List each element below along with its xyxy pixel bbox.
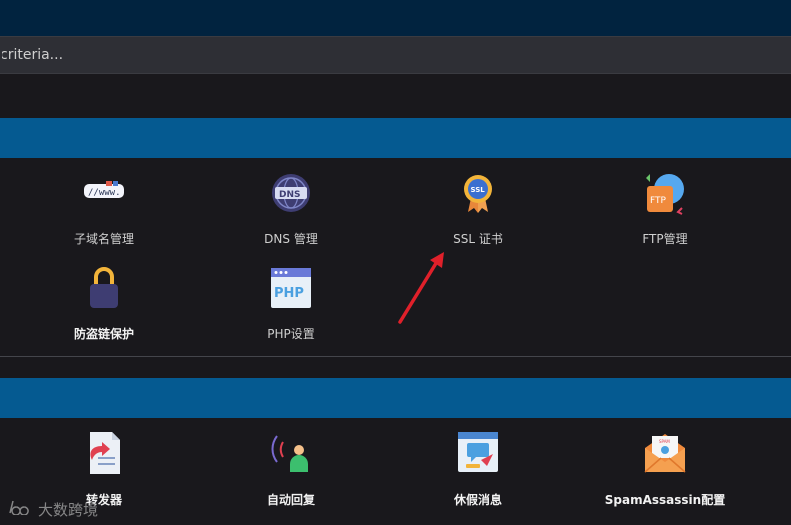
section-divider [0,356,791,357]
tool-hotlink-protection[interactable]: 防盗链保护 [24,266,184,356]
tool-label: 自动回复 [266,493,315,507]
tool-spamassassin[interactable]: SPAM SpamAssassin配置 [585,430,745,520]
ftp-globe-icon: FTP [642,172,688,220]
tool-php-settings[interactable]: PHP PHP设置 [211,266,371,356]
php-window-icon: PHP [270,266,312,314]
svg-text:DNS: DNS [279,190,301,200]
tool-label: PHP设置 [267,327,315,341]
tool-label: 子域名管理 [73,232,134,246]
vacation-message-icon [457,430,499,480]
top-header-bar [0,0,791,36]
tool-vacation-messages[interactable]: 休假消息 [398,430,558,520]
ssl-badge-icon: SSL [458,172,498,220]
lock-icon [87,266,121,314]
section-header-email[interactable] [0,378,791,418]
svg-text:FTP: FTP [650,196,667,206]
tool-ftp[interactable]: FTP FTP管理 [585,172,745,262]
search-input[interactable] [0,37,789,73]
tool-subdomains[interactable]: //www. 子域名管理 [24,172,184,262]
watermark-mark-icon [8,499,32,519]
svg-text:PHP: PHP [274,286,304,301]
svg-text:SSL: SSL [471,186,486,194]
tool-label: 休假消息 [453,493,502,507]
svg-text:SPAM: SPAM [659,439,670,444]
tool-dns[interactable]: DNS DNS 管理 [211,172,371,262]
dns-globe-icon: DNS [269,172,313,220]
forwarder-document-icon [84,430,124,480]
svg-text://www.: //www. [88,188,121,198]
tool-label: 防盗链保护 [73,327,134,341]
section-header-domains[interactable] [0,118,791,158]
tool-label: SSL 证书 [453,232,503,246]
autoresponder-person-icon [269,430,313,480]
spam-envelope-icon: SPAM [643,430,687,480]
tool-autoresponders[interactable]: 自动回复 [211,430,371,520]
tool-label: SpamAssassin配置 [604,493,726,507]
tool-label: FTP管理 [642,232,688,246]
search-bar [0,36,791,74]
watermark-logo: 大数跨境 [8,498,98,520]
tool-label: DNS 管理 [264,232,318,246]
subdomain-icon: //www. [82,172,126,216]
watermark-text: 大数跨境 [38,500,99,519]
annotation-arrow [398,252,444,324]
